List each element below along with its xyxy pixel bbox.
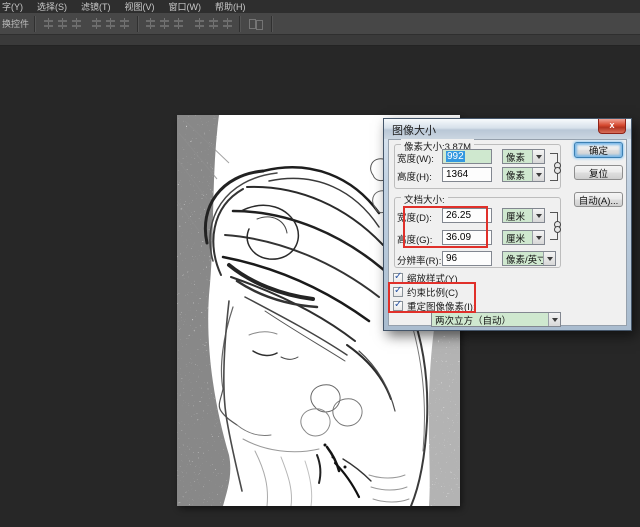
pixel-height-unit: 像素 <box>503 168 532 182</box>
menu-bar: 字(Y) 选择(S) 滤镜(T) 视图(V) 窗口(W) 帮助(H) <box>0 0 640 13</box>
distribute-vertical-centers-icon[interactable] <box>159 18 170 29</box>
menu-type[interactable]: 字(Y) <box>2 0 23 13</box>
dialog-title: 图像大小 <box>392 122 436 138</box>
align-top-edges-icon[interactable] <box>43 18 54 29</box>
dropdown-arrow-icon <box>548 313 560 326</box>
pixel-width-unit: 像素 <box>503 150 532 164</box>
resolution-label: 分辨率(R): <box>397 253 441 267</box>
pixel-width-value: 992 <box>446 151 465 162</box>
pixel-height-input[interactable]: 1364 <box>442 167 492 182</box>
distribute-top-edges-icon[interactable] <box>145 18 156 29</box>
dropdown-arrow-icon <box>543 252 555 265</box>
image-size-dialog: 图像大小 x 像素大小:3.87M 宽度(W): 992 像素 高度(H): 1… <box>383 118 632 331</box>
dropdown-arrow-icon <box>532 209 544 222</box>
resample-method-select[interactable]: 两次立方（自动） <box>431 312 561 327</box>
menu-help[interactable]: 帮助(H) <box>215 0 246 13</box>
align-left-edges-icon[interactable] <box>91 18 102 29</box>
dropdown-arrow-icon <box>532 168 544 181</box>
separator <box>271 16 273 32</box>
pixel-width-unit-select[interactable]: 像素 <box>502 149 545 164</box>
doc-height-unit-select[interactable]: 厘米 <box>502 230 545 245</box>
separator <box>137 16 139 32</box>
doc-width-unit: 厘米 <box>503 209 532 223</box>
distribute-right-edges-icon[interactable] <box>222 18 233 29</box>
distribute-left-edges-icon[interactable] <box>194 18 205 29</box>
menu-window[interactable]: 窗口(W) <box>169 0 202 13</box>
pixel-height-label: 高度(H): <box>397 169 432 183</box>
photoshop-workspace: 字(Y) 选择(S) 滤镜(T) 视图(V) 窗口(W) 帮助(H) 换控件 <box>0 0 640 527</box>
close-button[interactable]: x <box>598 119 626 134</box>
pixel-height-value: 1364 <box>446 169 468 180</box>
reset-button[interactable]: 复位 <box>574 165 623 180</box>
annotation-box-document-size <box>403 206 488 248</box>
resolution-value: 96 <box>446 253 457 264</box>
dialog-body: 像素大小:3.87M 宽度(W): 992 像素 高度(H): 1364 像素 … <box>388 139 627 326</box>
toolbar-sub-strip <box>0 35 640 46</box>
align-bottom-edges-icon[interactable] <box>71 18 82 29</box>
dropdown-arrow-icon <box>532 150 544 163</box>
dropdown-arrow-icon <box>532 231 544 244</box>
auto-align-layers-icon[interactable] <box>248 18 264 29</box>
chain-link-icon <box>554 162 561 174</box>
resolution-input[interactable]: 96 <box>442 251 492 266</box>
chain-link-icon <box>554 221 561 233</box>
resolution-unit: 像素/英寸 <box>503 252 543 266</box>
menu-view[interactable]: 视图(V) <box>125 0 155 13</box>
align-vertical-centers-icon[interactable] <box>57 18 68 29</box>
pixel-height-unit-select[interactable]: 像素 <box>502 167 545 182</box>
menu-select[interactable]: 选择(S) <box>37 0 67 13</box>
close-icon: x <box>609 120 614 130</box>
distribute-horizontal-centers-icon[interactable] <box>208 18 219 29</box>
doc-width-unit-select[interactable]: 厘米 <box>502 208 545 223</box>
document-size-legend: 文档大小: <box>401 192 448 206</box>
pixel-width-input[interactable]: 992 <box>442 149 492 164</box>
separator <box>34 16 36 32</box>
doc-height-unit: 厘米 <box>503 231 532 245</box>
pixel-width-label: 宽度(W): <box>397 151 434 165</box>
ok-button[interactable]: 确定 <box>574 142 623 158</box>
resample-method-value: 两次立方（自动） <box>432 313 548 327</box>
annotation-box-checkboxes <box>388 282 476 313</box>
align-right-edges-icon[interactable] <box>119 18 130 29</box>
dialog-title-bar[interactable]: 图像大小 x <box>384 119 631 139</box>
distribute-bottom-edges-icon[interactable] <box>173 18 184 29</box>
auto-button[interactable]: 自动(A)... <box>574 192 623 207</box>
separator <box>239 16 241 32</box>
align-horizontal-centers-icon[interactable] <box>105 18 116 29</box>
menu-filter[interactable]: 滤镜(T) <box>81 0 111 13</box>
show-transform-controls-label[interactable]: 换控件 <box>2 17 29 30</box>
tool-options-bar: 换控件 <box>0 13 640 35</box>
resolution-unit-select[interactable]: 像素/英寸 <box>502 251 556 266</box>
